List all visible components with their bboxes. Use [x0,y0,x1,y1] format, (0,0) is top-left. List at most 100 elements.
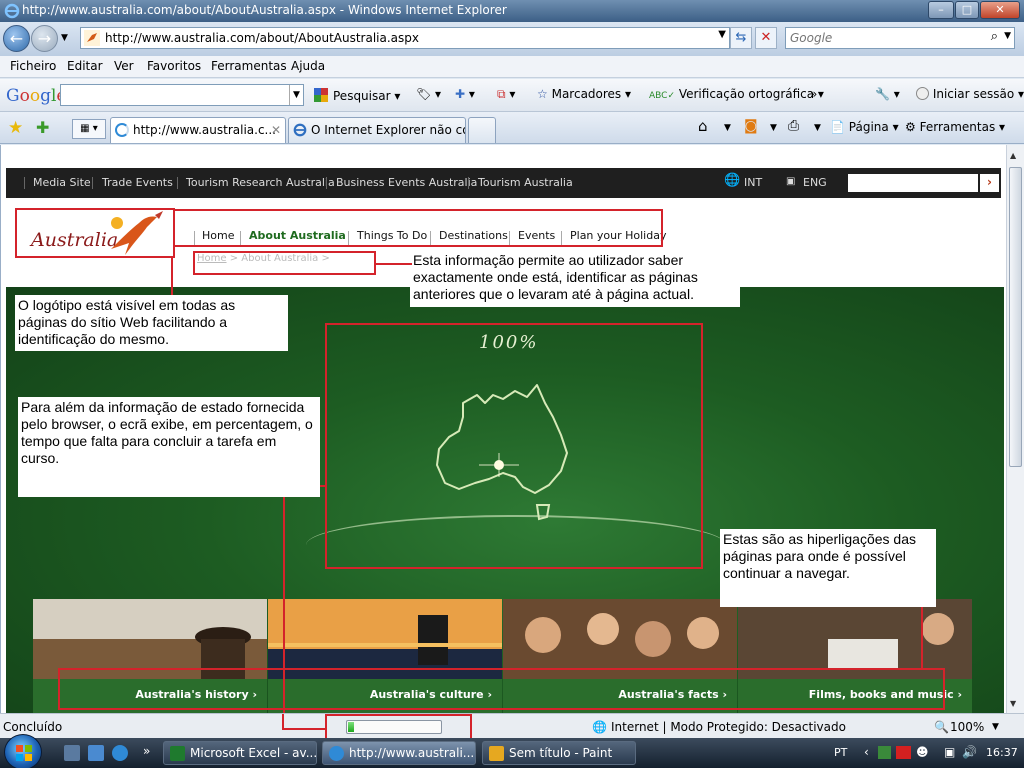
google-search-icon [314,88,328,102]
network-icon[interactable]: ▣ [944,745,955,759]
spellcheck-button[interactable]: ABC✓ Verificação ortográfica ▾ [649,87,824,101]
menu-favoritos[interactable]: Favoritos [147,59,201,73]
url-field[interactable]: ▼ [80,27,730,49]
home-icon[interactable]: ⌂ [698,117,708,135]
url-input[interactable] [105,30,705,46]
taskbar-ie[interactable]: http://www.australi... [322,741,476,765]
tools-menu-button[interactable]: ⚙ Ferramentas ▾ [905,120,1005,134]
chevron-down-icon[interactable]: ▼ [724,123,731,133]
maximize-button[interactable]: □ [955,1,979,19]
chevron-down-icon[interactable]: ▼ [289,85,303,105]
chevron-down-icon[interactable]: ▼ [718,29,726,40]
translate-button[interactable]: ⧉ ▾ [497,87,515,102]
close-window-button[interactable]: ✕ [980,1,1020,19]
site-search-button[interactable]: › [980,174,999,192]
link-trade-events[interactable]: Trade Events [102,176,173,189]
taskbar-excel[interactable]: Microsoft Excel - av... [163,741,317,765]
link-media-site[interactable]: Media Site [33,176,91,189]
stop-button[interactable]: ✕ [755,27,777,49]
culture-photo [268,599,502,679]
more-tools-button[interactable]: » [810,87,817,101]
link-tourism-australia[interactable]: Tourism Australia [478,176,573,189]
taskbar: » Microsoft Excel - av... http://www.aus… [0,734,1024,768]
menu-editar[interactable]: Editar [67,59,103,73]
taskbar-paint[interactable]: Sem título - Paint [482,741,636,765]
close-tab-icon[interactable]: ✕ [271,123,281,137]
logo-connector [171,257,173,295]
quick-launch-more[interactable]: » [143,744,150,758]
recent-pages-dropdown[interactable]: ▼ [61,33,68,43]
menu-ver[interactable]: Ver [114,59,134,73]
plus-puzzle-icon: ✚ [455,87,466,101]
switch-windows-icon[interactable] [88,745,104,761]
divider [24,177,25,189]
google-search-button[interactable]: Pesquisar ▾ [313,87,400,103]
tab-australia[interactable]: http://www.australia.c... ✕ [110,117,286,143]
back-button[interactable]: ← [3,25,30,52]
language-selector[interactable]: ENG [803,176,827,189]
zoom-level[interactable]: 100% [950,720,984,734]
chevron-down-icon[interactable]: ▼ [814,123,821,133]
links-connector [921,607,923,669]
google-search-input[interactable]: ▼ [60,84,304,106]
bookmarks-button[interactable]: ☆ Marcadores ▾ [537,87,631,101]
progress-highlight [325,714,472,740]
page-menu-button[interactable]: 📄 Página ▾ [830,120,899,134]
wrench-settings-button[interactable]: 🔧 ▾ [875,87,900,101]
messenger-icon[interactable]: ☻ [916,745,929,759]
tools-menu-label: Ferramentas [919,120,996,134]
breadcrumb-highlight [193,251,376,275]
scroll-down-icon[interactable]: ▼ [1010,699,1016,708]
progress-connector-horizontal [282,728,326,730]
scroll-up-icon[interactable]: ▲ [1010,151,1016,160]
sidewiki-button[interactable]: ✚ ▾ [455,87,475,101]
site-search-input[interactable] [848,174,978,192]
region-selector[interactable]: INT [744,176,762,189]
internet-explorer-icon [329,746,344,761]
window-title-bar: http://www.australia.com/about/AboutAust… [0,0,1024,22]
stop-icon: ✕ [760,30,772,45]
menu-ajuda[interactable]: Ajuda [291,59,325,73]
print-icon[interactable]: ⎙ [788,118,799,134]
globe-zone-icon: 🌐 [592,720,607,734]
antivirus-icon[interactable] [896,746,911,759]
search-icon[interactable]: ⌕ [991,29,998,44]
favorites-star-icon[interactable]: ★ [8,118,23,138]
volume-icon[interactable]: 🔊 [962,745,977,759]
excel-icon [170,746,185,761]
link-tourism-research[interactable]: Tourism Research Australia [186,176,335,189]
search-input[interactable] [790,30,980,46]
new-tab-button[interactable] [468,117,496,143]
refresh-button[interactable]: ⇆ [730,27,752,49]
rss-feed-icon[interactable]: ◙ [744,118,758,134]
forward-button[interactable]: → [31,25,58,52]
taskbar-ie-label: http://www.australi... [349,746,475,760]
chevron-down-icon[interactable]: ▼ [770,123,777,133]
start-button[interactable] [4,734,42,768]
vertical-scrollbar[interactable]: ▲ ▼ [1006,145,1024,713]
divider [92,177,93,189]
tab-ie-error[interactable]: O Internet Explorer não co... [288,117,466,143]
scrollbar-thumb[interactable] [1009,167,1022,467]
arrow-right-icon: → [37,29,52,48]
internet-explorer-icon[interactable] [112,745,128,761]
minimize-button[interactable]: – [928,1,954,19]
language-indicator[interactable]: PT [834,746,847,759]
clock[interactable]: 16:37 [986,746,1018,759]
menu-ferramentas[interactable]: Ferramentas [211,59,287,73]
sign-in-button[interactable]: Iniciar sessão ▾ [916,87,1024,101]
chevron-down-icon[interactable]: ▼ [1004,31,1011,41]
zoom-dropdown[interactable]: ▼ [992,722,999,732]
quick-tabs-button[interactable]: ▦ ▾ [72,119,106,139]
security-zone-text[interactable]: Internet | Modo Protegido: Desactivado [611,720,846,734]
link-business-events[interactable]: Business Events Australia [336,176,477,189]
logo-annotation: O logótipo está visível em todas as pági… [15,295,288,351]
menu-ficheiro[interactable]: Ficheiro [10,59,56,73]
search-field[interactable]: ⌕ ▼ [785,27,1015,49]
add-favorites-icon[interactable]: ✚ [36,118,49,137]
excel-tray-icon[interactable] [878,746,891,759]
tray-expand-icon[interactable]: ‹ [864,745,869,759]
show-desktop-icon[interactable] [64,745,80,761]
popup-blocker-button[interactable]: 🏷 ▾ [416,87,441,101]
bookmarks-label: Marcadores [551,87,622,101]
